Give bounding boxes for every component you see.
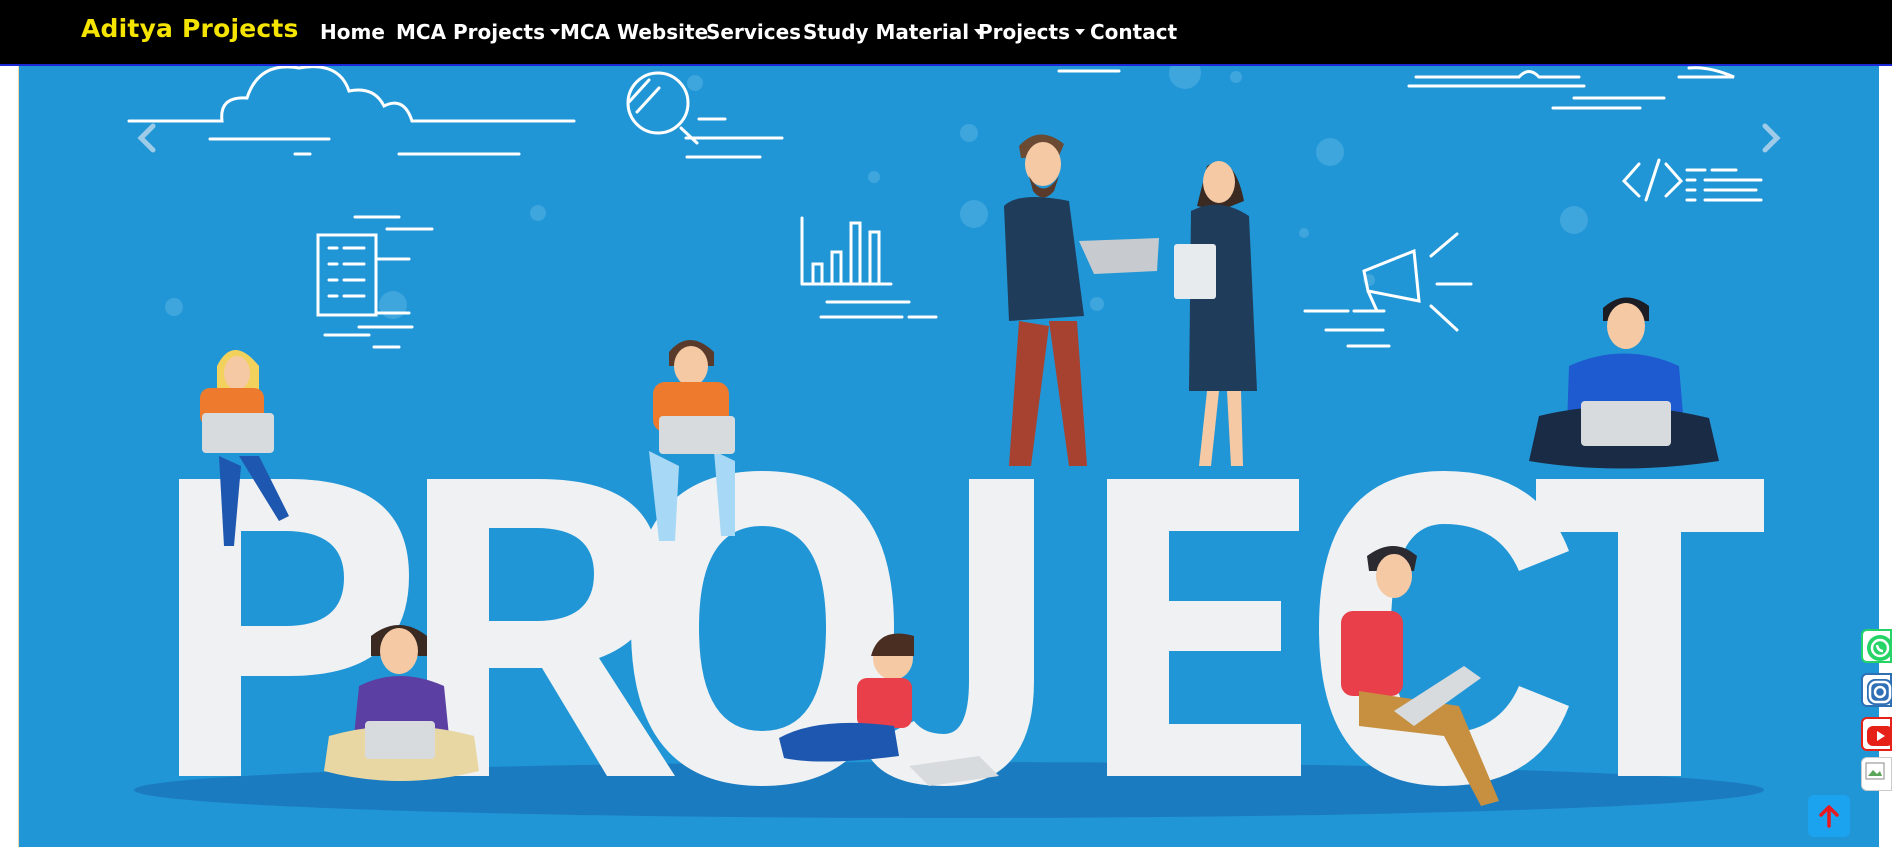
people-illustrations bbox=[200, 134, 1719, 806]
dropdown-caret-icon bbox=[1075, 29, 1086, 35]
instagram-link[interactable] bbox=[1861, 673, 1892, 707]
youtube-icon bbox=[1867, 726, 1892, 746]
nav-contact-label: Contact bbox=[1090, 20, 1178, 44]
chevron-right-icon bbox=[1762, 123, 1781, 153]
nav-projects-label: Projects bbox=[978, 20, 1071, 44]
broken-image-icon bbox=[1865, 762, 1885, 780]
arrow-up-icon bbox=[1819, 805, 1839, 828]
hero-illustration bbox=[127, 66, 1764, 818]
decorative-line-art bbox=[127, 66, 1763, 349]
youtube-link[interactable] bbox=[1861, 717, 1892, 751]
carousel-next-button[interactable] bbox=[1749, 118, 1789, 158]
nav-home-label: Home bbox=[320, 20, 385, 44]
page-left-margin bbox=[0, 66, 19, 847]
whatsapp-icon bbox=[1867, 635, 1892, 661]
nav-services[interactable]: Services bbox=[706, 20, 801, 44]
nav-home[interactable]: Home bbox=[320, 20, 385, 44]
nav-projects[interactable]: Projects bbox=[978, 20, 1086, 44]
nav-study-material[interactable]: Study Material bbox=[803, 20, 985, 44]
nav-mca-website-label: MCA Website bbox=[560, 20, 709, 44]
brand-logo-text[interactable]: Aditya Projects bbox=[81, 14, 299, 43]
nav-study-material-label: Study Material bbox=[803, 20, 970, 44]
top-navbar: Aditya Projects Home MCA Projects MCA We… bbox=[0, 0, 1892, 66]
back-to-top-button[interactable] bbox=[1808, 795, 1850, 837]
whatsapp-link[interactable] bbox=[1861, 629, 1892, 663]
nav-mca-projects[interactable]: MCA Projects bbox=[396, 20, 561, 44]
nav-mca-projects-label: MCA Projects bbox=[396, 20, 546, 44]
person-blue-laptop bbox=[1529, 297, 1719, 469]
chevron-left-icon bbox=[137, 123, 156, 153]
hero-carousel-slide bbox=[19, 66, 1879, 847]
person-standing-couple bbox=[1004, 134, 1257, 466]
extra-social-link[interactable] bbox=[1861, 757, 1892, 791]
nav-contact[interactable]: Contact bbox=[1090, 20, 1177, 44]
nav-services-label: Services bbox=[706, 20, 802, 44]
background-bubbles bbox=[165, 66, 1588, 319]
instagram-icon bbox=[1867, 679, 1892, 705]
nav-mca-website[interactable]: MCA Website bbox=[560, 20, 708, 44]
carousel-prev-button[interactable] bbox=[129, 118, 169, 158]
dropdown-caret-icon bbox=[550, 29, 561, 35]
